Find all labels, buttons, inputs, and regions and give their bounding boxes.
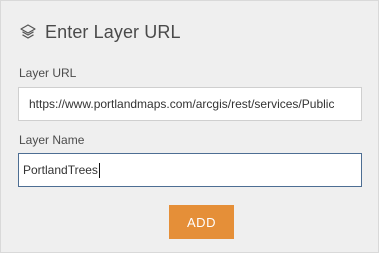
layer-name-input[interactable]: PortlandTrees <box>18 153 362 187</box>
layers-icon <box>19 23 37 41</box>
layer-url-input[interactable]: https://www.portlandmaps.com/arcgis/rest… <box>18 87 362 121</box>
layer-name-value: PortlandTrees <box>23 163 98 177</box>
text-cursor <box>98 162 100 178</box>
panel-title: Enter Layer URL <box>45 21 181 42</box>
add-button[interactable]: ADD <box>169 205 234 239</box>
layer-name-label: Layer Name <box>19 133 85 147</box>
panel-header: Enter Layer URL <box>19 20 181 44</box>
layer-url-label: Layer URL <box>19 66 77 80</box>
enter-layer-url-panel: Enter Layer URL Layer URL https://www.po… <box>0 0 379 253</box>
layer-url-value: https://www.portlandmaps.com/arcgis/rest… <box>29 97 335 111</box>
